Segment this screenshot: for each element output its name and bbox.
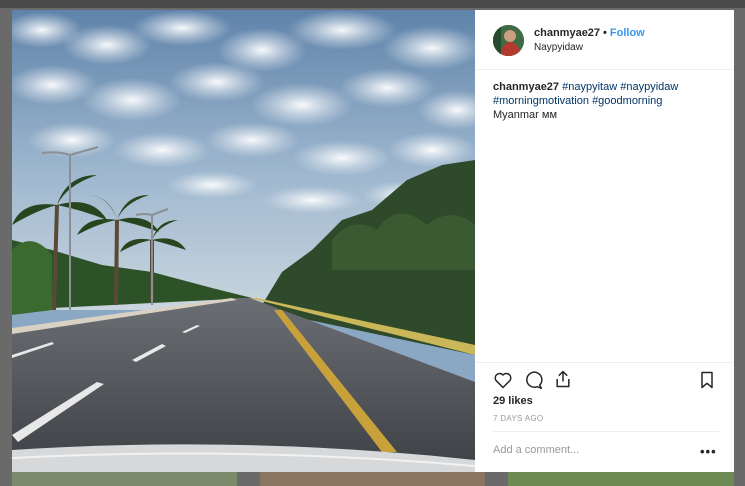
background-thumbnail[interactable] — [260, 472, 485, 486]
post-modal: chanmyae27 • Follow Naypyidaw chanmyae27 #… — [12, 10, 734, 472]
comment-icon[interactable] — [523, 370, 543, 395]
top-strip — [0, 0, 745, 8]
actions-divider — [475, 362, 734, 363]
more-options-icon[interactable]: ••• — [700, 444, 717, 459]
hashtag-link[interactable]: #naypyidaw — [620, 81, 678, 93]
likes-count[interactable]: 29 likes — [493, 395, 533, 407]
caption-username[interactable]: chanmyae27 — [493, 81, 559, 93]
location-link[interactable]: Naypyidaw — [534, 42, 583, 53]
avatar[interactable] — [493, 25, 524, 56]
share-icon[interactable] — [553, 369, 573, 394]
bookmark-icon[interactable] — [697, 370, 717, 395]
hashtag-link[interactable]: #morningmotivation — [493, 95, 589, 107]
post-caption: chanmyae27 #naypyitaw #naypyidaw #mornin… — [493, 80, 721, 122]
post-details-panel: chanmyae27 • Follow Naypyidaw chanmyae27 #… — [475, 10, 734, 472]
avatar-image — [493, 25, 524, 56]
follow-button[interactable]: Follow — [610, 27, 645, 39]
heart-icon[interactable] — [493, 370, 513, 395]
background-thumbnail[interactable] — [508, 472, 734, 486]
add-comment-input[interactable]: Add a comment... — [493, 444, 579, 456]
username-link[interactable]: chanmyae27 — [534, 27, 600, 39]
hashtag-link[interactable]: #goodmorning — [592, 95, 662, 107]
road-photo-image — [12, 10, 475, 472]
caption-text: Myanmar ᴍᴍ — [493, 109, 558, 121]
username-row: chanmyae27 • Follow — [534, 27, 645, 39]
comment-divider — [493, 431, 719, 432]
timestamp[interactable]: 7 DAYS AGO — [493, 414, 543, 423]
hashtag-link[interactable]: #naypyitaw — [562, 81, 617, 93]
post-header: chanmyae27 • Follow Naypyidaw — [475, 10, 734, 70]
separator-dot: • — [603, 27, 607, 39]
post-photo[interactable] — [12, 10, 475, 472]
background-thumbnail[interactable] — [12, 472, 237, 486]
